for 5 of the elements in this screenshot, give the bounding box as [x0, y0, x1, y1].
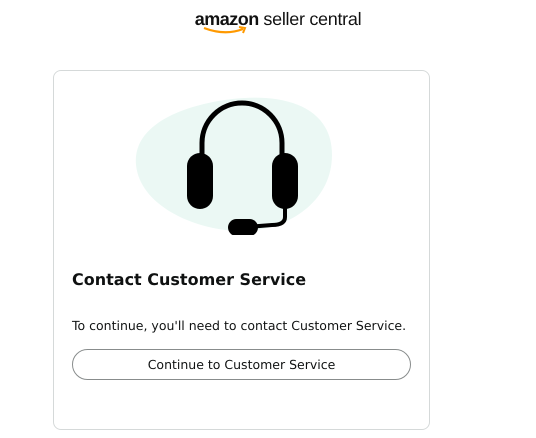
message-text: To continue, you'll need to contact Customer Service. — [72, 317, 408, 335]
card-title: Contact Customer Service — [72, 269, 308, 291]
smile-arrow-icon — [202, 26, 249, 35]
continue-button[interactable]: Continue to Customer Service — [72, 349, 411, 380]
logo-wordmark: amazon seller central — [194, 9, 362, 29]
